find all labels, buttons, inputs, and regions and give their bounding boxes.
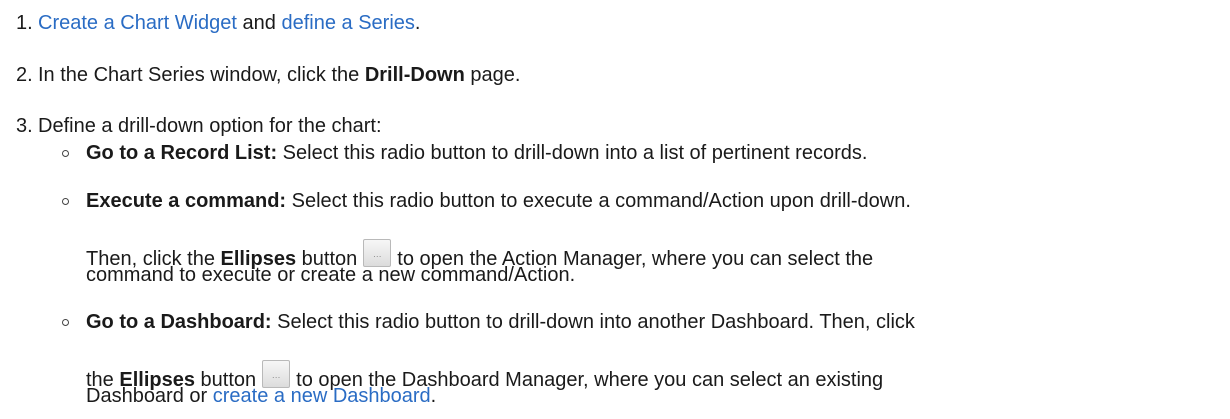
create-chart-widget-link[interactable]: Create a Chart Widget <box>38 12 237 34</box>
help-content: 1. Create a Chart Widget and define a Ser… <box>0 0 1230 419</box>
bullet <box>62 150 69 157</box>
drill-down-page-label: Drill-Down <box>364 64 465 86</box>
step-number: 3. <box>16 115 33 137</box>
option-record-list: Go to a Record List: Select this radio b… <box>86 141 867 165</box>
option-text: Select this radio button to drill-down i… <box>277 142 868 164</box>
option-dashboard: Go to a Dashboard: Select this radio but… <box>86 310 915 334</box>
step-text: and <box>236 12 282 34</box>
step-number: 1. <box>16 12 33 34</box>
option-label: Execute a command: <box>86 190 287 212</box>
bullet <box>62 319 69 326</box>
step-text: . <box>414 12 421 34</box>
detail-text: command to execute or create a new comma… <box>86 264 576 286</box>
option-label: Go to a Dashboard: <box>86 311 272 333</box>
step-text: In the Chart Series window, click the <box>38 64 365 86</box>
dashboard-detail-line2: Dashboard or create a new Dashboard. <box>86 384 436 408</box>
ellipsis-glyph: … <box>372 249 382 259</box>
step-text: Define a drill-down option for the chart… <box>38 115 382 137</box>
step-number: 2. <box>16 64 33 86</box>
option-label: Go to a Record List: <box>86 142 278 164</box>
bullet <box>62 198 69 205</box>
option-text: Select this radio button to execute a co… <box>286 190 911 212</box>
create-new-dashboard-link[interactable]: create a new Dashboard <box>213 385 431 407</box>
step-text: page. <box>464 64 521 86</box>
option-text: Select this radio button to drill-down i… <box>271 311 915 333</box>
ellipsis-glyph: … <box>271 370 281 380</box>
detail-text: Dashboard or <box>86 385 213 407</box>
step-2: 2. In the Chart Series window, click the … <box>16 63 520 87</box>
define-series-link[interactable]: define a Series <box>281 12 414 34</box>
execute-command-detail-line2: command to execute or create a new comma… <box>86 263 575 287</box>
option-execute-command: Execute a command: Select this radio but… <box>86 189 911 213</box>
detail-text: . <box>430 385 437 407</box>
step-3: 3. Define a drill-down option for the cha… <box>16 114 382 138</box>
step-1: 1. Create a Chart Widget and define a Ser… <box>16 11 420 35</box>
